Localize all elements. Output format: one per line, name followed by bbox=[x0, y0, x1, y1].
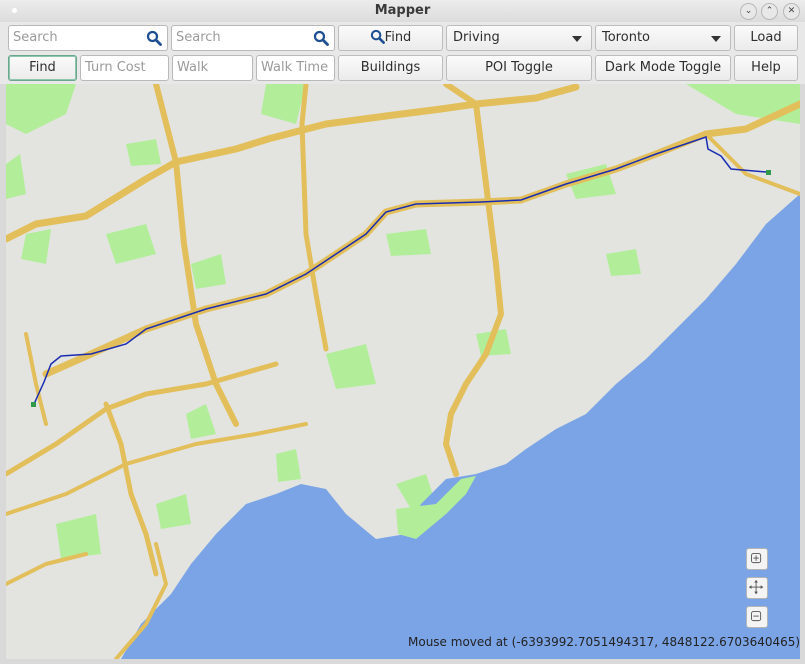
map-drawing bbox=[6, 84, 800, 659]
zoom-out-button[interactable] bbox=[746, 606, 768, 628]
find-route-button[interactable]: Find Route bbox=[8, 55, 77, 99]
poi-toggle-button[interactable]: POI Toggle bbox=[446, 55, 592, 81]
search-placeholder-2: Search bbox=[176, 30, 221, 45]
route-start-marker bbox=[31, 402, 36, 407]
help-button[interactable]: Help bbox=[734, 55, 798, 81]
map-canvas[interactable] bbox=[6, 84, 800, 659]
search-placeholder-1: Search bbox=[13, 30, 58, 45]
find-button[interactable]: Find bbox=[338, 25, 443, 51]
status-text: Mouse moved at (-6393992.7051494317, 484… bbox=[408, 635, 801, 649]
dark-mode-toggle-button[interactable]: Dark Mode Toggle bbox=[595, 55, 731, 81]
move-icon bbox=[748, 579, 764, 595]
zoom-in-button[interactable] bbox=[746, 548, 768, 570]
load-map-button[interactable]: Load Map bbox=[734, 25, 798, 69]
window-title: Mapper bbox=[374, 3, 431, 18]
title-bar: Mapper ⌄ ⌃ ✕ bbox=[0, 0, 805, 23]
search-icon[interactable] bbox=[146, 30, 162, 46]
maximize-button[interactable]: ⌃ bbox=[761, 3, 778, 20]
chevron-down-icon bbox=[572, 36, 582, 42]
travel-mode-select[interactable]: Driving bbox=[446, 25, 592, 51]
search-icon bbox=[370, 29, 385, 44]
search-icon[interactable] bbox=[313, 30, 329, 46]
travel-mode-value: Driving bbox=[453, 30, 500, 45]
zoom-in-icon bbox=[751, 553, 762, 564]
route-end-marker bbox=[766, 170, 771, 175]
city-value: Toronto bbox=[602, 30, 650, 45]
chevron-down-icon bbox=[711, 36, 721, 42]
walk-time-input[interactable]: Walk Time bbox=[256, 55, 335, 81]
city-select[interactable]: Toronto bbox=[595, 25, 731, 51]
zoom-out-icon bbox=[751, 611, 762, 622]
minimize-button[interactable]: ⌄ bbox=[740, 3, 757, 20]
close-button[interactable]: ✕ bbox=[783, 3, 800, 20]
toolbar: Search Search Find Driving Toronto Load … bbox=[0, 22, 805, 99]
search-input-1[interactable]: Search bbox=[8, 25, 168, 51]
search-input-2[interactable]: Search bbox=[171, 25, 335, 51]
buildings-toggle-button[interactable]: Buildings Toggle bbox=[338, 55, 443, 99]
find-label: Find bbox=[384, 30, 412, 45]
pan-button[interactable] bbox=[746, 577, 768, 599]
turn-cost-input[interactable]: Turn Cost bbox=[80, 55, 169, 81]
walk-speed-input[interactable]: Walk Speed bbox=[172, 55, 253, 99]
